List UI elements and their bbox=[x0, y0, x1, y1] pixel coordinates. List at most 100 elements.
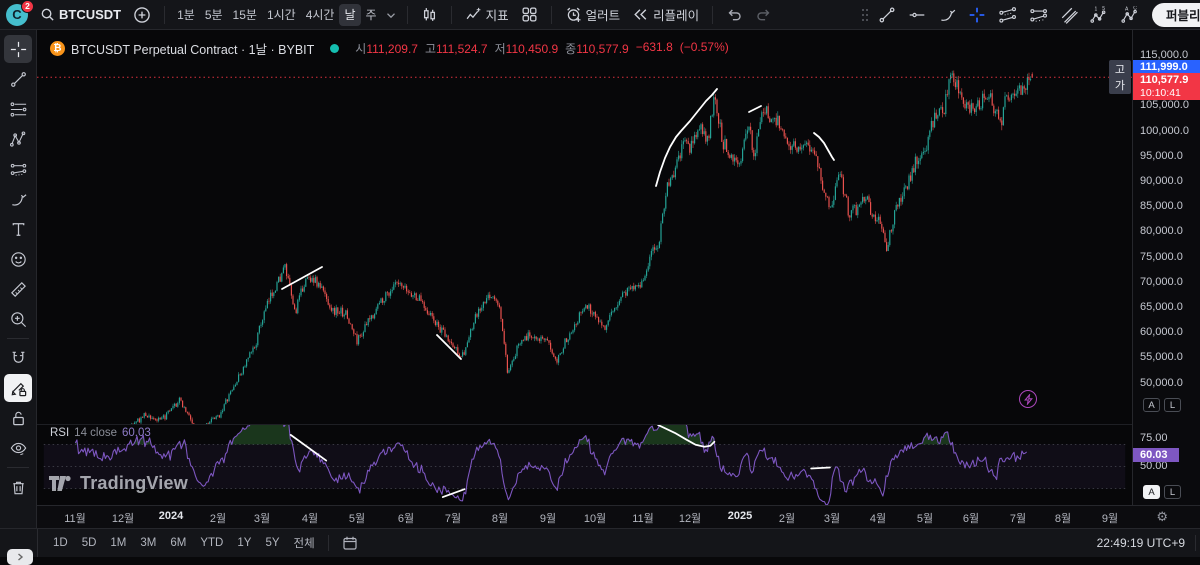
interval-button-15분[interactable]: 15분 bbox=[228, 4, 262, 26]
interval-button-4시간[interactable]: 4시간 bbox=[301, 4, 340, 26]
time-tick: 7월 bbox=[1010, 510, 1026, 526]
session-clock[interactable]: 22:49:19 UTC+9 bbox=[1097, 536, 1185, 550]
range-button-5Y[interactable]: 5Y bbox=[258, 537, 286, 549]
quick-brush-button[interactable] bbox=[932, 3, 962, 27]
time-tick: 5월 bbox=[349, 510, 365, 526]
interval-button-5분[interactable]: 5분 bbox=[200, 4, 228, 26]
quick-info-line-button[interactable] bbox=[992, 3, 1023, 27]
crosshair-mode-button[interactable] bbox=[962, 3, 992, 27]
indicators-button[interactable]: 지표 bbox=[459, 3, 515, 27]
time-tick: 2월 bbox=[779, 510, 795, 526]
range-button-1Y[interactable]: 1Y bbox=[230, 537, 258, 549]
price-chart-pane[interactable] bbox=[37, 30, 1132, 424]
price-axis[interactable]: 115,000.0105,000.0100,000.095,000.090,00… bbox=[1132, 30, 1200, 505]
quick-extended-line-button[interactable] bbox=[1023, 3, 1054, 27]
high-price-tag: 고가 bbox=[1109, 60, 1131, 94]
add-symbol-button[interactable] bbox=[127, 3, 157, 27]
range-button-6M[interactable]: 6M bbox=[163, 537, 193, 549]
range-button-YTD[interactable]: YTD bbox=[193, 537, 230, 549]
interval-button-주[interactable]: 주 bbox=[361, 4, 382, 26]
time-tick: 6월 bbox=[963, 510, 979, 526]
market-status-dot[interactable] bbox=[330, 44, 339, 53]
range-button-전체[interactable]: 전체 bbox=[287, 535, 322, 551]
tool-magnet[interactable] bbox=[4, 344, 32, 372]
tool-xabcd-pattern[interactable] bbox=[4, 125, 32, 153]
rsi-indicator-pane[interactable] bbox=[37, 424, 1132, 505]
legend-title[interactable]: BTCUSDT Perpetual Contract · 1날 · BYBIT bbox=[71, 39, 314, 58]
quick-parallel-channel-button[interactable] bbox=[1054, 3, 1084, 27]
date-range-group: 1D5D1M3M6MYTD1Y5Y전체 bbox=[46, 535, 322, 551]
redo-icon bbox=[755, 6, 772, 23]
tool-projection[interactable] bbox=[4, 155, 32, 183]
svg-text:1: 1 bbox=[1094, 6, 1097, 12]
tool-fib-retracement[interactable] bbox=[4, 95, 32, 123]
trash-icon bbox=[9, 478, 28, 497]
tool-drawing-lock[interactable] bbox=[4, 374, 32, 402]
brush-icon bbox=[938, 6, 956, 24]
tool-crosshair[interactable] bbox=[4, 35, 32, 63]
tool-emoji[interactable] bbox=[4, 245, 32, 273]
range-button-1M[interactable]: 1M bbox=[103, 537, 133, 549]
rsi-legend[interactable]: RSI 14 close 60.03 bbox=[50, 427, 151, 439]
quick-elliott-correction-button[interactable]: AC bbox=[1115, 3, 1146, 27]
auto-scale-button[interactable]: A bbox=[1143, 485, 1160, 499]
range-button-3M[interactable]: 3M bbox=[133, 537, 163, 549]
interval-button-날[interactable]: 날 bbox=[339, 4, 360, 26]
layout-grid-button[interactable] bbox=[515, 3, 544, 27]
replay-label: 리플레이 bbox=[653, 5, 699, 24]
go-to-date-button[interactable] bbox=[335, 535, 365, 551]
quick-horizontal-ray-button[interactable] bbox=[902, 3, 932, 27]
tool-hide-drawings[interactable] bbox=[4, 434, 32, 462]
tool-text[interactable] bbox=[4, 215, 32, 243]
elliott-impulse-wave-icon: 15 bbox=[1090, 6, 1109, 24]
tool-brush[interactable] bbox=[4, 185, 32, 213]
alert-button[interactable]: 얼러트 bbox=[559, 3, 627, 27]
tool-remove-drawings[interactable] bbox=[4, 473, 32, 501]
chevron-right-icon bbox=[16, 553, 24, 561]
panel-toggle-button[interactable] bbox=[7, 549, 33, 565]
log-scale-button[interactable]: L bbox=[1164, 398, 1181, 412]
notification-badge: 2 bbox=[21, 0, 34, 13]
quick-trend-line-button[interactable] bbox=[872, 3, 902, 27]
price-tick: 105,000.0 bbox=[1140, 99, 1189, 111]
crosshair-tool-icon bbox=[9, 40, 28, 59]
axis-settings-gear-icon[interactable]: ⚙ bbox=[1156, 509, 1168, 525]
price-tick: 85,000.0 bbox=[1140, 200, 1183, 212]
account-avatar[interactable]: C 2 bbox=[6, 4, 28, 26]
svg-text:A: A bbox=[1125, 6, 1129, 12]
time-tick: 3월 bbox=[824, 510, 840, 526]
pencil-lock-icon bbox=[9, 379, 28, 398]
publish-button[interactable]: 퍼블리시 bbox=[1152, 3, 1200, 27]
interval-button-1시간[interactable]: 1시간 bbox=[262, 4, 301, 26]
drag-handle-icon bbox=[860, 7, 870, 23]
tool-trend-line[interactable] bbox=[4, 65, 32, 93]
log-scale-button[interactable]: L bbox=[1164, 485, 1181, 499]
time-axis[interactable]: ⚙ 11월12월20242월3월4월5월6월7월8월9월10월11월12월202… bbox=[37, 505, 1200, 528]
replay-button[interactable]: 리플레이 bbox=[626, 3, 705, 27]
time-tick: 9월 bbox=[540, 510, 556, 526]
range-button-1D[interactable]: 1D bbox=[46, 537, 75, 549]
interval-button-1분[interactable]: 1분 bbox=[172, 4, 200, 26]
symbol-legend: ₿ BTCUSDT Perpetual Contract · 1날 · BYBI… bbox=[50, 39, 729, 58]
rsi-params: 14 close bbox=[74, 427, 117, 439]
auto-scale-button[interactable]: A bbox=[1143, 398, 1160, 412]
time-tick: 8월 bbox=[492, 510, 508, 526]
undo-button[interactable] bbox=[720, 3, 749, 27]
toolbar-drag-handle[interactable] bbox=[858, 3, 872, 27]
tool-zoom-in[interactable] bbox=[4, 305, 32, 333]
candles-icon bbox=[421, 6, 438, 23]
quick-elliott-impulse-button[interactable]: 15 bbox=[1084, 3, 1115, 27]
symbol-search[interactable]: BTCUSDT bbox=[34, 3, 127, 27]
redo-button[interactable] bbox=[749, 3, 778, 27]
time-tick: 12월 bbox=[112, 510, 134, 526]
price-tick: 65,000.0 bbox=[1140, 301, 1183, 313]
tool-unlock-all[interactable] bbox=[4, 404, 32, 432]
time-tick: 12월 bbox=[679, 510, 701, 526]
chart-style-button[interactable] bbox=[415, 3, 444, 27]
tool-ruler[interactable] bbox=[4, 275, 32, 303]
search-icon bbox=[40, 7, 55, 22]
time-tick: 8월 bbox=[1055, 510, 1071, 526]
boost-icon[interactable] bbox=[1019, 390, 1037, 408]
range-button-5D[interactable]: 5D bbox=[75, 537, 104, 549]
interval-dropdown[interactable] bbox=[382, 3, 400, 27]
